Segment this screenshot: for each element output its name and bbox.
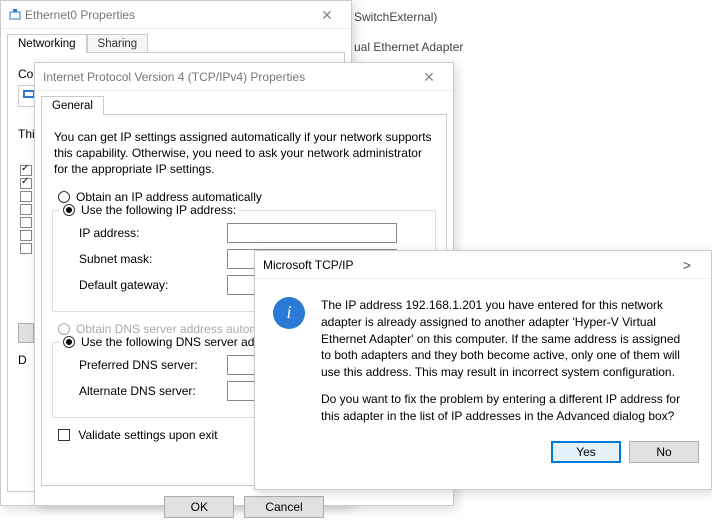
tcpip-message-text: The IP address 192.168.1.201 you have en… <box>321 297 693 425</box>
radio-static-ip-row[interactable]: Use the following IP address: <box>59 203 240 217</box>
default-gateway-label: Default gateway: <box>79 278 219 292</box>
yes-button[interactable]: Yes <box>551 441 621 463</box>
ipv4-titlebar[interactable]: Internet Protocol Version 4 (TCP/IPv4) P… <box>35 63 453 91</box>
ip-address-input[interactable] <box>227 223 397 243</box>
protocol-checkbox[interactable] <box>20 243 32 254</box>
close-icon[interactable]: > <box>667 251 707 279</box>
preferred-dns-label: Preferred DNS server: <box>79 358 219 372</box>
ip-address-label: IP address: <box>79 226 219 240</box>
protocol-checkbox[interactable] <box>20 191 32 202</box>
ethernet-tabs: Networking Sharing <box>1 29 351 52</box>
tcpip-dialog-buttons: Yes No <box>255 431 711 475</box>
info-icon: i <box>273 297 305 329</box>
close-icon[interactable]: ✕ <box>307 1 347 29</box>
radio-static-dns-row[interactable]: Use the following DNS server addre <box>59 335 276 349</box>
tcpip-message-window: Microsoft TCP/IP > i The IP address 192.… <box>254 250 712 490</box>
no-button[interactable]: No <box>629 441 699 463</box>
protocol-checkbox[interactable] <box>20 217 32 228</box>
ip-address-row: IP address: <box>79 223 427 243</box>
ethernet-icon <box>9 9 21 21</box>
ok-button[interactable]: OK <box>164 496 234 518</box>
ipv4-intro-text: You can get IP settings assigned automat… <box>54 129 434 178</box>
radio-icon <box>63 204 75 216</box>
cancel-button[interactable]: Cancel <box>244 496 323 518</box>
radio-icon <box>58 323 70 335</box>
radio-icon <box>63 336 75 348</box>
radio-auto-dns-label: Obtain DNS server address automat <box>76 322 269 336</box>
protocol-checkbox-strip <box>20 165 34 256</box>
subnet-mask-label: Subnet mask: <box>79 252 219 266</box>
protocol-checkbox[interactable] <box>20 178 32 189</box>
radio-static-ip-label: Use the following IP address: <box>81 203 236 217</box>
radio-auto-ip-row[interactable]: Obtain an IP address automatically <box>58 190 436 204</box>
tab-networking[interactable]: Networking <box>7 34 87 53</box>
ipv4-dialog-buttons: OK Cancel <box>35 492 453 524</box>
validate-settings-label: Validate settings upon exit <box>78 428 217 442</box>
tcpip-title: Microsoft TCP/IP <box>263 258 353 272</box>
radio-icon <box>58 191 70 203</box>
description-label-partial: D <box>18 353 27 367</box>
ethernet-title: Ethernet0 Properties <box>25 8 135 22</box>
alternate-dns-label: Alternate DNS server: <box>79 384 219 398</box>
protocol-checkbox[interactable] <box>20 230 32 241</box>
tcpip-titlebar[interactable]: Microsoft TCP/IP > <box>255 251 711 279</box>
bg-text-adapter: ual Ethernet Adapter <box>354 40 463 54</box>
ethernet-titlebar[interactable]: Ethernet0 Properties ✕ <box>1 1 351 29</box>
protocol-checkbox[interactable] <box>20 165 32 176</box>
install-button-sliver[interactable] <box>18 323 34 343</box>
checkbox-icon <box>58 429 70 441</box>
close-icon[interactable]: ✕ <box>409 63 449 91</box>
radio-auto-ip-label: Obtain an IP address automatically <box>76 190 262 204</box>
tcpip-message-body: i The IP address 192.168.1.201 you have … <box>255 279 711 431</box>
protocol-checkbox[interactable] <box>20 204 32 215</box>
tab-sharing[interactable]: Sharing <box>87 34 149 53</box>
tcpip-message-para1: The IP address 192.168.1.201 you have en… <box>321 297 693 381</box>
tab-general[interactable]: General <box>41 96 104 115</box>
radio-static-dns-label: Use the following DNS server addre <box>81 335 272 349</box>
ipv4-tabs: General <box>35 91 453 114</box>
tcpip-message-para2: Do you want to fix the problem by enteri… <box>321 391 693 425</box>
ipv4-title: Internet Protocol Version 4 (TCP/IPv4) P… <box>43 70 305 84</box>
bg-text-switch: SwitchExternal) <box>354 10 437 24</box>
